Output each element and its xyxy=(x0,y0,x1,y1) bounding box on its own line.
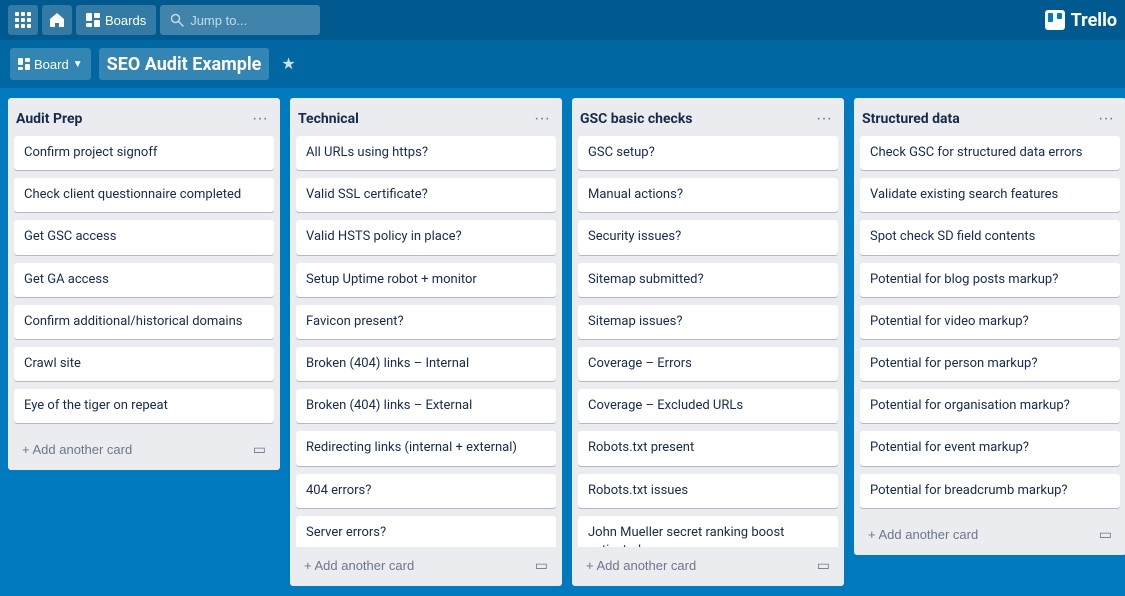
card-template-icon: ▭ xyxy=(535,557,548,574)
board-label: Board xyxy=(34,57,69,72)
card[interactable]: Spot check SD field contents xyxy=(860,220,1120,254)
card[interactable]: Check GSC for structured data errors xyxy=(860,136,1120,170)
card[interactable]: GSC setup? xyxy=(578,136,838,170)
add-card-left: + Add another card xyxy=(304,558,414,573)
card[interactable]: Security issues? xyxy=(578,220,838,254)
plus-icon: + Add another card xyxy=(304,558,414,573)
list-footer-structured-data: + Add another card ▭ xyxy=(854,516,1125,555)
search-bar[interactable] xyxy=(160,5,320,35)
card[interactable]: Potential for video markup? xyxy=(860,305,1120,339)
card[interactable]: Coverage – Excluded URLs xyxy=(578,389,838,423)
card[interactable]: Robots.txt issues xyxy=(578,474,838,508)
card[interactable]: Valid HSTS policy in place? xyxy=(296,220,556,254)
list-menu-audit-prep[interactable]: ··· xyxy=(248,108,272,130)
board-title: SEO Audit Example xyxy=(99,48,270,80)
add-card-left: + Add another card xyxy=(22,442,132,457)
card[interactable]: Eye of the tiger on repeat xyxy=(14,389,274,423)
list-title-structured-data: Structured data xyxy=(862,111,1094,127)
list-title-audit-prep: Audit Prep xyxy=(16,111,248,127)
card[interactable]: Sitemap submitted? xyxy=(578,263,838,297)
list-cards-gsc-basic-checks: GSC setup? Manual actions? Security issues… xyxy=(572,136,844,547)
search-icon xyxy=(170,13,184,27)
list-footer-audit-prep: + Add another card ▭ xyxy=(8,431,280,470)
plus-icon: + Add another card xyxy=(586,558,696,573)
card-template-icon: ▭ xyxy=(1099,526,1112,543)
card[interactable]: Crawl site xyxy=(14,347,274,381)
list-cards-technical: All URLs using https? Valid SSL certifica… xyxy=(290,136,562,547)
board-canvas: Audit Prep···Confirm project signoffChec… xyxy=(0,88,1125,596)
search-input[interactable] xyxy=(190,13,310,28)
board-icon xyxy=(86,13,100,27)
board-menu-button[interactable]: Board ▼ xyxy=(10,48,91,80)
card[interactable]: Broken (404) links – External xyxy=(296,389,556,423)
list-structured-data: Structured data···Check GSC for structur… xyxy=(854,98,1125,555)
list-header-audit-prep: Audit Prep··· xyxy=(8,98,280,136)
boards-label: Boards xyxy=(105,13,146,28)
card[interactable]: Server errors? xyxy=(296,516,556,547)
trello-logo: Trello xyxy=(1045,10,1117,31)
list-technical: Technical···All URLs using https?Valid S… xyxy=(290,98,562,586)
card[interactable]: Redirecting links (internal + external) xyxy=(296,431,556,465)
list-footer-technical: + Add another card ▭ xyxy=(290,547,562,586)
card[interactable]: Potential for person markup? xyxy=(860,347,1120,381)
list-title-technical: Technical xyxy=(298,111,530,127)
card[interactable]: 404 errors? xyxy=(296,474,556,508)
card[interactable]: Coverage – Errors xyxy=(578,347,838,381)
add-card-button-gsc-basic-checks[interactable]: + Add another card ▭ xyxy=(578,551,838,580)
card[interactable]: Setup Uptime robot + monitor xyxy=(296,263,556,297)
trello-icon xyxy=(1045,10,1065,30)
plus-icon: + Add another card xyxy=(868,527,978,542)
card[interactable]: Robots.txt present xyxy=(578,431,838,465)
add-card-button-structured-data[interactable]: + Add another card ▭ xyxy=(860,520,1120,549)
card[interactable]: John Mueller secret ranking boost activa… xyxy=(578,516,838,547)
card[interactable]: Confirm additional/historical domains xyxy=(14,305,274,339)
card[interactable]: Sitemap issues? xyxy=(578,305,838,339)
card[interactable]: Check client questionnaire completed xyxy=(14,178,274,212)
add-card-left: + Add another card xyxy=(868,527,978,542)
list-header-gsc-basic-checks: GSC basic checks··· xyxy=(572,98,844,136)
grid-icon-btn[interactable] xyxy=(8,5,38,35)
card[interactable]: Get GSC access xyxy=(14,220,274,254)
card[interactable]: Favicon present? xyxy=(296,305,556,339)
list-header-structured-data: Structured data··· xyxy=(854,98,1125,136)
trello-wordmark: Trello xyxy=(1071,10,1117,31)
boards-button[interactable]: Boards xyxy=(76,5,156,35)
add-card-button-audit-prep[interactable]: + Add another card ▭ xyxy=(14,435,274,464)
star-button[interactable]: ★ xyxy=(277,50,299,78)
card[interactable]: Manual actions? xyxy=(578,178,838,212)
board-small-icon xyxy=(18,58,30,70)
home-icon xyxy=(49,12,65,28)
list-menu-gsc-basic-checks[interactable]: ··· xyxy=(812,108,836,130)
list-footer-gsc-basic-checks: + Add another card ▭ xyxy=(572,547,844,586)
card[interactable]: Valid SSL certificate? xyxy=(296,178,556,212)
list-header-technical: Technical··· xyxy=(290,98,562,136)
card-template-icon: ▭ xyxy=(817,557,830,574)
board-header: Board ▼ SEO Audit Example ★ xyxy=(0,40,1125,88)
card[interactable]: Potential for blog posts markup? xyxy=(860,263,1120,297)
card[interactable]: Validate existing search features xyxy=(860,178,1120,212)
list-gsc-basic-checks: GSC basic checks···GSC setup?Manual acti… xyxy=(572,98,844,586)
card[interactable]: All URLs using https? xyxy=(296,136,556,170)
card-template-icon: ▭ xyxy=(253,441,266,458)
card[interactable]: Potential for organisation markup? xyxy=(860,389,1120,423)
list-title-gsc-basic-checks: GSC basic checks xyxy=(580,111,812,127)
card[interactable]: Broken (404) links – Internal xyxy=(296,347,556,381)
list-cards-audit-prep: Confirm project signoff Check client ques… xyxy=(8,136,280,431)
card[interactable]: Potential for event markup? xyxy=(860,431,1120,465)
list-menu-structured-data[interactable]: ··· xyxy=(1094,108,1118,130)
card[interactable]: Get GA access xyxy=(14,263,274,297)
plus-icon: + Add another card xyxy=(22,442,132,457)
list-audit-prep: Audit Prep···Confirm project signoffChec… xyxy=(8,98,280,470)
chevron-down-icon: ▼ xyxy=(73,59,83,70)
list-cards-structured-data: Check GSC for structured data errors Vali… xyxy=(854,136,1125,516)
card[interactable]: Confirm project signoff xyxy=(14,136,274,170)
add-card-button-technical[interactable]: + Add another card ▭ xyxy=(296,551,556,580)
grid-icon xyxy=(15,12,31,28)
home-icon-btn[interactable] xyxy=(42,5,72,35)
list-menu-technical[interactable]: ··· xyxy=(530,108,554,130)
top-navigation: Boards Trello xyxy=(0,0,1125,40)
add-card-left: + Add another card xyxy=(586,558,696,573)
card[interactable]: Potential for breadcrumb markup? xyxy=(860,474,1120,508)
